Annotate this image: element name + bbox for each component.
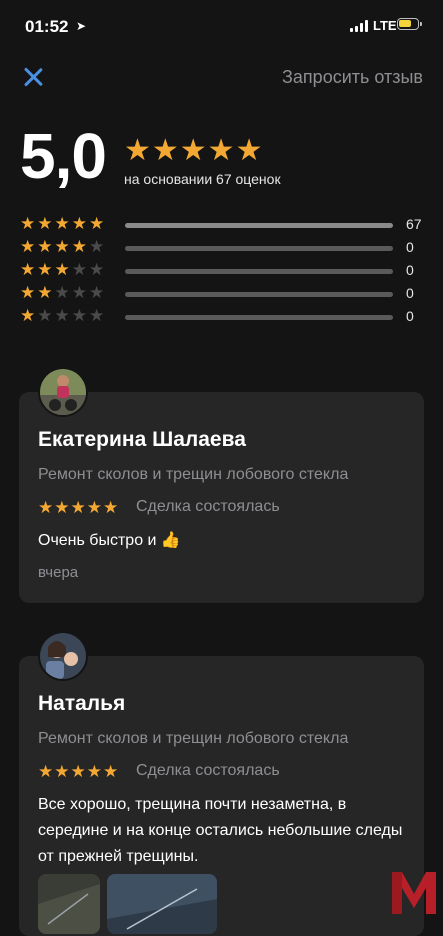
network-label: LTE [373, 18, 397, 33]
deal-status: Сделка состоялась [136, 498, 280, 515]
distribution-bar-fill [125, 223, 393, 228]
distribution-bar [125, 246, 393, 251]
review-card: Екатерина Шалаева Ремонт сколов и трещин… [19, 392, 424, 603]
review-text: Очень быстро и 👍 [38, 532, 181, 549]
distribution-bar [125, 292, 393, 297]
status-bar: 01:52 ➤ LTE [0, 0, 443, 50]
request-review-link[interactable]: Запросить отзыв [282, 67, 423, 88]
review-text: Все хорошо, трещина почти незаметна, в с… [38, 796, 403, 865]
reviewer-name: Наталья [38, 692, 126, 715]
distribution-row: ★★★★★ 0 [20, 306, 423, 329]
ratings-count: на основании 67 оценок [124, 171, 281, 187]
review-service: Ремонт сколов и трещин лобового стекла [38, 730, 349, 747]
avatar[interactable] [38, 367, 88, 417]
distribution-stars: ★★★★★ [20, 260, 107, 279]
battery-icon [397, 18, 422, 30]
status-time: 01:52 [25, 17, 69, 36]
close-button[interactable] [22, 66, 44, 88]
distribution-stars: ★★★★★ [20, 237, 107, 256]
deal-status: Сделка состоялась [136, 762, 280, 779]
rating-distribution: ★★★★★ 67 ★★★★★ 0 ★★★★★ 0 ★★★★★ 0 ★★★★★ 0 [20, 214, 423, 329]
distribution-row: ★★★★★ 0 [20, 237, 423, 260]
review-date: вчера [38, 564, 79, 581]
distribution-bar [125, 269, 393, 274]
location-arrow-icon: ➤ [76, 19, 87, 33]
avatar[interactable] [38, 631, 88, 681]
distribution-count: 0 [406, 262, 414, 278]
distribution-stars: ★★★★★ [20, 306, 107, 325]
review-stars: ★★★★★ [38, 762, 120, 781]
review-card: Наталья Ремонт сколов и трещин лобового … [19, 656, 424, 936]
distribution-count: 67 [406, 216, 422, 232]
review-stars: ★★★★★ [38, 498, 120, 517]
distribution-row: ★★★★★ 0 [20, 260, 423, 283]
distribution-count: 0 [406, 285, 414, 301]
logo-watermark [388, 868, 440, 916]
review-service: Ремонт сколов и трещин лобового стекла [38, 466, 349, 483]
distribution-bar [125, 315, 393, 320]
average-rating: 5,0 [20, 120, 107, 192]
review-photo[interactable] [107, 874, 217, 934]
reviewer-name: Екатерина Шалаева [38, 428, 246, 451]
distribution-row: ★★★★★ 67 [20, 214, 423, 237]
rating-stars: ★★★★★ [124, 134, 264, 167]
distribution-stars: ★★★★★ [20, 283, 107, 302]
signal-icon [350, 20, 370, 32]
review-photo[interactable] [38, 874, 100, 934]
distribution-stars: ★★★★★ [20, 214, 107, 233]
distribution-row: ★★★★★ 0 [20, 283, 423, 306]
distribution-count: 0 [406, 239, 414, 255]
distribution-count: 0 [406, 308, 414, 324]
distribution-bar [125, 223, 393, 228]
